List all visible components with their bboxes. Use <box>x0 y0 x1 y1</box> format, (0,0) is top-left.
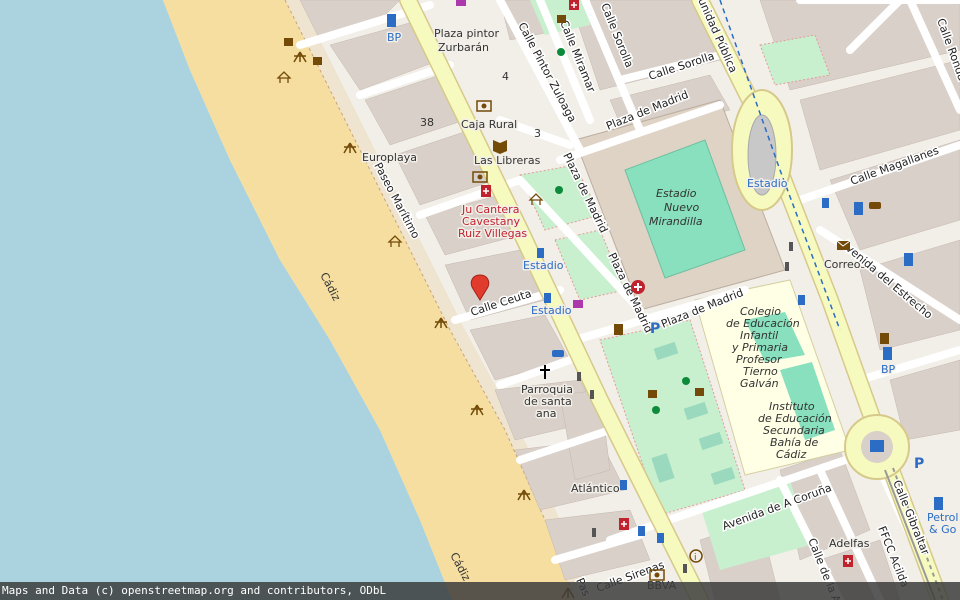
playground-icon <box>555 186 563 194</box>
fuel-icon <box>904 253 913 266</box>
label-adelfas: Adelfas <box>829 537 870 550</box>
cafe-icon <box>284 38 293 46</box>
label-atlantico: Atlántico <box>571 482 620 495</box>
svg-text:P: P <box>914 456 924 472</box>
bus-station-icon <box>870 440 884 452</box>
toilet-icon <box>880 333 889 344</box>
playground-icon <box>557 48 565 56</box>
cafe-icon <box>695 388 704 396</box>
label-num-4: 4 <box>502 70 509 83</box>
pharmacy-icon <box>481 185 491 197</box>
bus-stop-icon <box>822 198 829 208</box>
playground-icon <box>652 406 660 414</box>
pharmacy-icon <box>569 0 579 10</box>
bus-stop-icon <box>537 248 544 258</box>
fuel-icon <box>854 202 863 215</box>
attribution-bar: Maps and Data (c) openstreetmap.org and … <box>0 582 960 600</box>
label-estadio-rail: Estadio <box>747 177 788 190</box>
label-europlaya: Europlaya <box>362 151 417 164</box>
toilet-icon <box>614 324 623 335</box>
svg-text:P: P <box>650 321 660 337</box>
label-stadium-1: Estadio <box>656 187 697 200</box>
label-bp-2: BP <box>881 363 896 376</box>
fuel-icon <box>883 347 892 360</box>
post-office-icon <box>836 240 851 250</box>
label-num-3: 3 <box>534 127 541 140</box>
label-stadium-3: Mirandilla <box>649 215 703 228</box>
label-instituto-5: Cádiz <box>776 448 806 461</box>
pharmacy-icon <box>619 518 629 530</box>
label-plaza-pintor-2: Zurbarán <box>438 41 489 54</box>
bus-stop-icon <box>544 293 551 303</box>
shop-icon <box>573 300 583 308</box>
label-num-38: 38 <box>420 116 434 129</box>
fuel-icon <box>387 14 396 27</box>
car-icon <box>869 202 881 209</box>
bus-stop-icon <box>620 480 627 490</box>
cafe-icon <box>557 15 566 23</box>
label-estadio-bus-1: Estadio <box>523 259 564 272</box>
label-las-libreras: Las Libreras <box>474 154 541 167</box>
label-caja-rural: Caja Rural <box>461 118 517 131</box>
parking-icon: P <box>914 456 924 472</box>
hospital-icon <box>631 280 645 294</box>
label-ju-cantera-3: Ruiz Villegas <box>458 227 527 240</box>
bus-stop-icon <box>657 533 664 543</box>
sports-icon <box>682 377 690 385</box>
label-estadio-bus-2: Estadio <box>531 304 572 317</box>
label-bp-1: BP <box>387 31 402 44</box>
bus-stop-icon <box>798 295 805 305</box>
parking-icon: P <box>650 321 660 337</box>
label-colegio-7: Galván <box>740 377 779 390</box>
label-parroquia-3: ana <box>536 407 556 420</box>
bus-stop-icon <box>638 526 645 536</box>
label-petrol-2: & Go <box>929 523 957 536</box>
cafe-icon <box>648 390 657 398</box>
car-icon <box>552 350 564 357</box>
label-stadium-2: Nuevo <box>664 201 699 214</box>
svg-text:i: i <box>694 553 697 563</box>
cafe-icon <box>313 57 322 65</box>
label-plaza-pintor-1: Plaza pintor <box>434 27 499 40</box>
pharmacy-icon <box>843 555 853 567</box>
map-canvas[interactable]: Plaza pintor Zurbarán Caja Rural Las Lib… <box>0 0 960 600</box>
fuel-icon <box>934 497 943 510</box>
shop-icon <box>456 0 466 6</box>
